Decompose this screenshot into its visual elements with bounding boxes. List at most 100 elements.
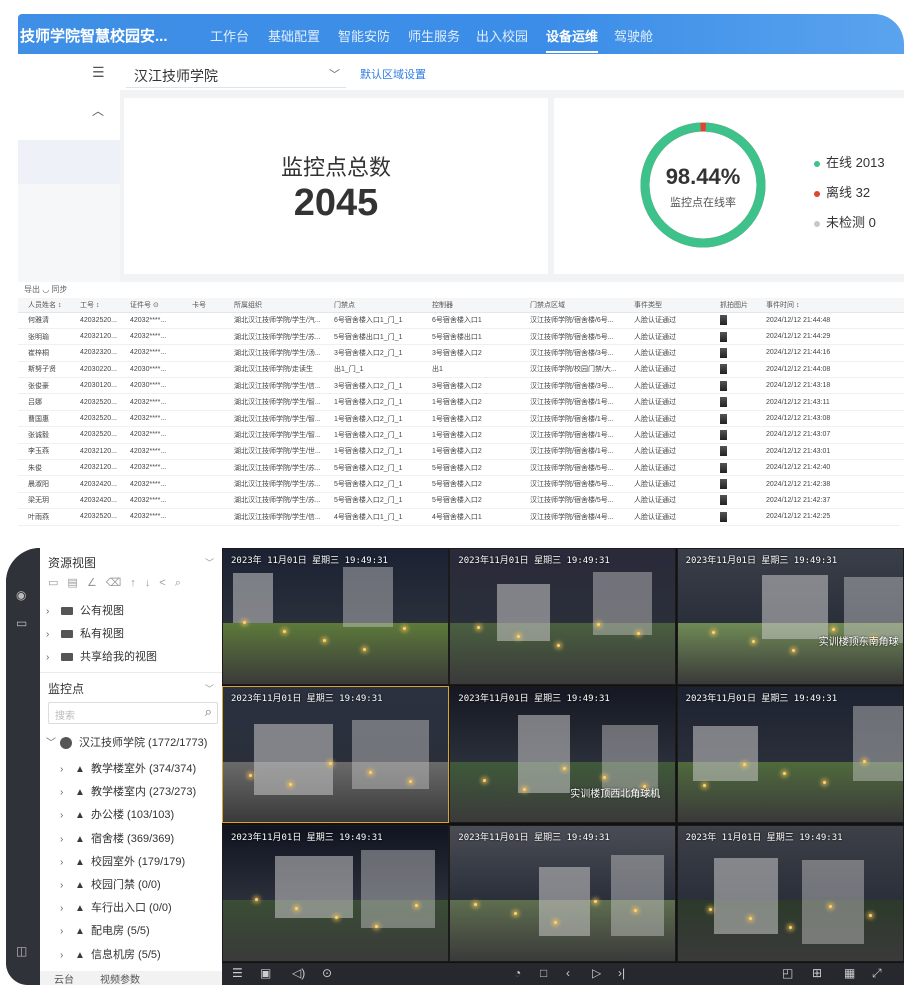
play-icon[interactable]: ▷ bbox=[592, 966, 601, 980]
camera-feed[interactable]: 2023年11月01日 星期三 19:49:31 bbox=[676, 686, 904, 824]
move-down-icon[interactable]: ↓ bbox=[145, 577, 160, 589]
camera-feed[interactable]: 2023年11月01日 星期三 19:49:31 实训楼顶西北角球机 bbox=[449, 686, 677, 824]
snapshot-thumbnail[interactable] bbox=[720, 462, 727, 473]
monitor-search-input[interactable]: 搜索 ⌕ bbox=[48, 702, 218, 724]
camera-feed[interactable]: 2023年11月01日 星期三 19:49:31 bbox=[449, 824, 677, 962]
snapshot-thumbnail[interactable] bbox=[720, 413, 727, 424]
search-icon[interactable]: ⌕ bbox=[205, 704, 212, 720]
tab-video-params[interactable]: 视频参数 bbox=[100, 971, 140, 985]
stop-icon[interactable]: □ bbox=[540, 966, 547, 980]
search-icon[interactable]: ⌕ bbox=[175, 577, 190, 589]
nav-item-teacher-student-service[interactable]: 师生服务 bbox=[408, 26, 460, 45]
move-up-icon[interactable]: ↑ bbox=[130, 577, 145, 589]
layout-icon[interactable]: ⊞ bbox=[812, 966, 822, 980]
table-header-cell[interactable]: 门禁点 bbox=[324, 298, 422, 313]
view-public[interactable]: › 公有视图 bbox=[46, 602, 124, 618]
window-icon[interactable]: ◰ bbox=[782, 966, 793, 980]
table-row[interactable]: 叶雨燕 42032520... 42032****... 湖北汉江技师学院/学生/信.… bbox=[18, 508, 904, 526]
share-icon[interactable]: < bbox=[159, 577, 174, 589]
nav-item-basic-config[interactable]: 基础配置 bbox=[268, 26, 320, 45]
tree-node[interactable]: › ▲ 配电房 (5/5) bbox=[60, 922, 150, 938]
nav-item-cockpit[interactable]: 驾驶舱 bbox=[614, 26, 653, 45]
table-header-cell[interactable]: 抓拍图片 bbox=[710, 298, 756, 313]
chevron-up-icon[interactable]: ︿ bbox=[92, 102, 104, 119]
snapshot-thumbnail[interactable] bbox=[720, 511, 727, 522]
snapshot-thumbnail[interactable] bbox=[720, 446, 727, 457]
grid-layout-icon[interactable]: ▦ bbox=[844, 966, 855, 980]
snapshot-thumbnail[interactable] bbox=[720, 364, 727, 375]
snapshot-thumbnail[interactable] bbox=[720, 429, 727, 440]
tree-node[interactable]: › ▲ 教学楼室内 (273/273) bbox=[60, 783, 196, 799]
tree-node[interactable]: › ▲ 教学楼室外 (374/374) bbox=[60, 760, 196, 776]
snapshot-thumbnail[interactable] bbox=[720, 347, 727, 358]
table-header-cell[interactable]: 事件时间 ↕ bbox=[756, 298, 904, 313]
snapshot-thumbnail[interactable] bbox=[720, 495, 727, 506]
table-row[interactable]: 李玉燕 42032120... 42032****... 湖北汉江技师学院/学生/世.… bbox=[18, 443, 904, 461]
table-row[interactable]: 崔梓桐 42032320... 42032****... 湖北汉江技师学院/学生/汤.… bbox=[18, 344, 904, 362]
save-icon[interactable]: ▣ bbox=[260, 966, 271, 980]
tree-node[interactable]: › ▲ 车行出入口 (0/0) bbox=[60, 899, 172, 915]
camera-icon[interactable]: ◉ bbox=[16, 588, 26, 602]
table-row[interactable]: 张明瑜 42032120... 42032****... 湖北汉江技师学院/学生/苏.… bbox=[18, 328, 904, 346]
tree-node[interactable]: › ▲ 办公楼 (103/103) bbox=[60, 806, 174, 822]
view-shared[interactable]: › 共享给我的视图 bbox=[46, 648, 157, 664]
snapshot-thumbnail[interactable] bbox=[720, 331, 727, 342]
table-row[interactable]: 曹国惠 42032520... 42032****... 湖北汉江技师学院/学生/智.… bbox=[18, 410, 904, 428]
camera-feed[interactable]: 2023年 11月01日 星期三 19:49:31 bbox=[676, 824, 904, 962]
volume-icon[interactable]: ◁) bbox=[292, 966, 305, 980]
chevron-down-icon[interactable]: ﹀ bbox=[205, 556, 214, 569]
snapshot-thumbnail[interactable] bbox=[720, 479, 727, 490]
table-toolbar[interactable]: 导出 ◡ 同步 bbox=[24, 284, 67, 295]
tree-node[interactable]: › ▲ 校园门禁 (0/0) bbox=[60, 876, 161, 892]
camera-feed[interactable]: 2023年11月01日 星期三 19:49:31 bbox=[449, 548, 677, 685]
new-group-icon[interactable]: ▤ bbox=[67, 577, 86, 589]
nav-item-campus-access[interactable]: 出入校园 bbox=[476, 26, 528, 45]
nav-item-device-ops[interactable]: 设备运维 bbox=[546, 26, 599, 53]
table-row[interactable]: 吕娜 42032520... 42032****... 湖北汉江技师学院/学生/智..… bbox=[18, 393, 904, 411]
table-row[interactable]: 张诚毅 42032520... 42032****... 湖北汉江技师学院/学生/智.… bbox=[18, 426, 904, 444]
new-view-icon[interactable]: ▭ bbox=[48, 577, 67, 589]
tab-ptz[interactable]: 云台 bbox=[54, 971, 74, 985]
table-row[interactable]: 何雅清 42032520... 42032****... 湖北汉江技师学院/学生/汽.… bbox=[18, 312, 904, 329]
table-row[interactable]: 朱俊 42032120... 42032****... 湖北汉江技师学院/学生/苏..… bbox=[18, 459, 904, 477]
tree-node[interactable]: › ▲ 校园室外 (179/179) bbox=[60, 853, 185, 869]
table-header-cell[interactable]: 人员姓名 ↕ bbox=[18, 298, 70, 313]
tree-root-node[interactable]: ﹀ 汉江技师学院 (1772/1773) bbox=[46, 734, 207, 750]
playback-icon[interactable]: ◔ bbox=[514, 966, 521, 980]
snapshot-thumbnail[interactable] bbox=[720, 315, 727, 326]
table-row[interactable]: 斯努子贤 42030220... 42030****... 湖北汉江技师学院/走读生出… bbox=[18, 361, 904, 379]
list-icon[interactable]: ☰ bbox=[232, 966, 243, 980]
nav-item-smart-security[interactable]: 智能安防 bbox=[338, 26, 390, 45]
expand-icon[interactable]: ◫ bbox=[16, 944, 27, 958]
edit-icon[interactable]: ∠ bbox=[87, 577, 106, 589]
view-private[interactable]: › 私有视图 bbox=[46, 625, 124, 641]
camera-feed[interactable]: 2023年11月01日 星期三 19:49:31 bbox=[222, 824, 449, 962]
table-header-cell[interactable]: 证件号 ⊙ bbox=[120, 298, 182, 313]
nav-item-workbench[interactable]: 工作台 bbox=[210, 26, 249, 45]
snapshot-thumbnail[interactable] bbox=[720, 380, 727, 391]
organization-select[interactable]: 汉江技师学院 ﹀ bbox=[126, 60, 346, 88]
table-row[interactable]: 张俊豪 42030120... 42030****... 湖北汉江技师学院/学生/信.… bbox=[18, 377, 904, 395]
menu-toggle-icon[interactable]: ☰ bbox=[92, 64, 105, 81]
camera-feed[interactable]: 2023年 11月01日 星期三 19:49:31 bbox=[222, 548, 449, 685]
camera-feed[interactable]: 2023年11月01日 星期三 19:49:31 实训楼顶东南角球 bbox=[676, 548, 904, 685]
table-header-cell[interactable]: 所属组织 bbox=[224, 298, 324, 313]
table-row[interactable]: 梁无玥 42032420... 42032****... 湖北汉江技师学院/学生/苏.… bbox=[18, 492, 904, 510]
next-icon[interactable]: ›| bbox=[618, 966, 625, 980]
previous-icon[interactable]: ‹ bbox=[566, 966, 570, 980]
folder-icon[interactable]: ▭ bbox=[16, 616, 27, 630]
capture-icon[interactable]: ⊙ bbox=[322, 966, 332, 980]
table-header-cell[interactable]: 卡号 bbox=[182, 298, 224, 313]
table-header-cell[interactable]: 控制器 bbox=[422, 298, 520, 313]
table-row[interactable]: 晨淑阳 42032420... 42032****... 湖北汉江技师学院/学生/苏.… bbox=[18, 475, 904, 493]
delete-icon[interactable]: ⌫ bbox=[106, 577, 131, 589]
camera-feed[interactable]: 2023年11月01日 星期三 19:49:31 bbox=[222, 686, 449, 824]
tree-node[interactable]: › ▲ 信息机房 (5/5) bbox=[60, 946, 161, 962]
tree-node[interactable]: › ▲ 宿舍楼 (369/369) bbox=[60, 830, 174, 846]
snapshot-thumbnail[interactable] bbox=[720, 397, 727, 408]
table-header-cell[interactable]: 事件类型 bbox=[624, 298, 710, 313]
table-header-cell[interactable]: 门禁点区域 bbox=[520, 298, 624, 313]
chevron-down-icon[interactable]: ﹀ bbox=[205, 682, 214, 695]
table-header-cell[interactable]: 工号 ↕ bbox=[70, 298, 120, 313]
fullscreen-icon[interactable]: ⤢ bbox=[872, 966, 882, 981]
